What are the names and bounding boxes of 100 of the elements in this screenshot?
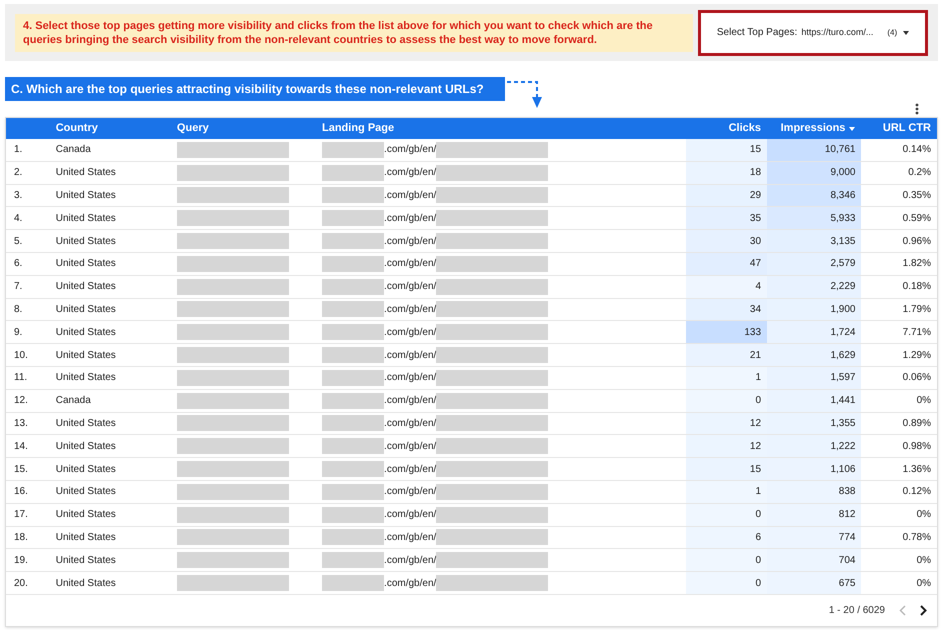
impressions-cell: 1,724 xyxy=(767,321,862,344)
redacted-block xyxy=(322,278,384,295)
ctr-cell-text: 0.35% xyxy=(902,188,932,203)
column-header[interactable]: Landing Page xyxy=(316,120,686,137)
redacted-block xyxy=(322,552,384,568)
country-cell-text: United States xyxy=(54,234,117,249)
redacted-block xyxy=(322,529,384,546)
clicks-cell: 0 xyxy=(686,549,768,572)
landing-page-cell-text: .com/gb/en/ xyxy=(384,440,436,454)
row-index: 15. xyxy=(13,462,29,477)
landing-page-cell-text: .com/gb/en/ xyxy=(384,326,436,340)
column-header[interactable]: URL CTR xyxy=(861,120,937,137)
column-header[interactable]: Query xyxy=(170,120,316,137)
country-cell-text: United States xyxy=(54,257,117,272)
impressions-cell: 812 xyxy=(767,504,862,526)
more-options-icon[interactable] xyxy=(915,103,919,115)
row-index: 16. xyxy=(13,485,29,500)
top-pages-filter[interactable]: Select Top Pages: https://turo.com/... (4) xyxy=(698,10,928,56)
ctr-cell-text: 0.18% xyxy=(902,280,932,294)
redacted-block xyxy=(322,506,384,523)
clicks-cell: 4 xyxy=(686,276,768,298)
row-index: 1. xyxy=(13,143,24,158)
country-cell-text: United States xyxy=(54,416,117,431)
dropdown-caret-icon xyxy=(903,30,910,34)
row-index: 7. xyxy=(13,280,24,294)
landing-page-cell-text: .com/gb/en/ xyxy=(384,371,436,386)
redacted-block xyxy=(322,164,384,181)
redacted-block xyxy=(322,484,384,500)
clicks-cell: 12 xyxy=(686,435,768,458)
impressions-cell: 1,441 xyxy=(767,390,862,412)
country-cell-text: United States xyxy=(54,371,117,386)
country-cell-text: United States xyxy=(54,462,117,477)
clicks-cell: 6 xyxy=(686,526,768,548)
row-index: 20. xyxy=(13,576,29,591)
country-cell-text: Canada xyxy=(54,394,92,408)
ctr-cell-text: 0.12% xyxy=(902,485,932,500)
clicks-cell: 18 xyxy=(686,162,768,184)
impressions-cell: 704 xyxy=(767,549,862,572)
column-header[interactable]: Country xyxy=(50,120,171,137)
impressions-cell: 1,900 xyxy=(767,298,862,320)
landing-page-cell-text: .com/gb/en/ xyxy=(384,257,436,272)
impressions-cell: 1,355 xyxy=(767,412,862,434)
country-cell-text: United States xyxy=(54,280,117,294)
impressions-cell: 10,761 xyxy=(767,139,862,161)
row-index: 3. xyxy=(13,188,24,203)
impressions-cell: 5,933 xyxy=(767,207,862,230)
landing-page-cell-text: .com/gb/en/ xyxy=(384,348,436,363)
row-index: 5. xyxy=(13,234,24,249)
clicks-cell: 29 xyxy=(686,184,768,206)
row-index: 10. xyxy=(13,348,29,363)
country-cell-text: United States xyxy=(54,508,117,522)
redacted-block xyxy=(322,370,384,386)
ctr-cell-text: 0.98% xyxy=(902,440,932,454)
landing-page-cell-text: .com/gb/en/ xyxy=(384,280,436,294)
impressions-cell: 2,579 xyxy=(767,252,862,275)
clicks-cell: 34 xyxy=(686,298,768,320)
landing-page-cell-text: .com/gb/en/ xyxy=(384,462,436,477)
next-page-icon[interactable] xyxy=(920,604,927,616)
clicks-cell: 1 xyxy=(686,480,768,503)
ctr-cell-text: 1.29% xyxy=(902,348,932,363)
clicks-cell: 12 xyxy=(686,412,768,434)
landing-page-cell-text: .com/gb/en/ xyxy=(384,166,436,180)
ctr-cell-text: 7.71% xyxy=(902,326,932,340)
ctr-cell-text: 0.2% xyxy=(907,166,932,180)
section-title: C. Which are the top queries attracting visibility towards these non-relevant URLs? xyxy=(5,77,505,101)
ctr-cell-text: 0% xyxy=(916,394,932,408)
country-cell-text: United States xyxy=(54,576,117,591)
ctr-cell-text: 0.89% xyxy=(902,416,932,431)
redacted-block xyxy=(322,142,384,158)
redacted-block xyxy=(322,233,384,250)
impressions-cell: 774 xyxy=(767,526,862,548)
ctr-cell-text: 0.59% xyxy=(902,212,932,226)
landing-page-cell-text: .com/gb/en/ xyxy=(384,212,436,226)
column-header[interactable]: Clicks xyxy=(686,120,768,137)
impressions-cell: 675 xyxy=(767,572,862,594)
clicks-cell: 35 xyxy=(686,207,768,230)
redacted-block xyxy=(322,301,384,318)
landing-page-cell-text: .com/gb/en/ xyxy=(384,302,436,317)
clicks-cell: 15 xyxy=(686,458,768,480)
clicks-cell: 47 xyxy=(686,252,768,275)
ctr-cell-text: 0% xyxy=(916,576,932,591)
dashed-arrow-icon xyxy=(507,79,543,109)
redacted-block xyxy=(322,575,384,592)
column-header[interactable]: Impressions xyxy=(767,120,862,137)
landing-page-cell-text: .com/gb/en/ xyxy=(384,508,436,522)
ctr-cell-text: 0% xyxy=(916,508,932,522)
clicks-cell: 1 xyxy=(686,366,768,389)
country-cell-text: United States xyxy=(54,440,117,454)
clicks-cell: 0 xyxy=(686,504,768,526)
ctr-cell-text: 1.79% xyxy=(902,302,932,317)
row-index: 14. xyxy=(13,440,29,454)
landing-page-cell-text: .com/gb/en/ xyxy=(384,234,436,249)
row-index: 11. xyxy=(13,371,28,386)
impressions-cell: 2,229 xyxy=(767,276,862,298)
impressions-cell: 8,346 xyxy=(767,184,862,206)
ctr-cell-text: 0.14% xyxy=(902,143,932,158)
row-index: 12. xyxy=(13,394,29,408)
redacted-block xyxy=(322,461,384,478)
impressions-cell: 3,135 xyxy=(767,230,862,252)
redacted-block xyxy=(322,347,384,364)
